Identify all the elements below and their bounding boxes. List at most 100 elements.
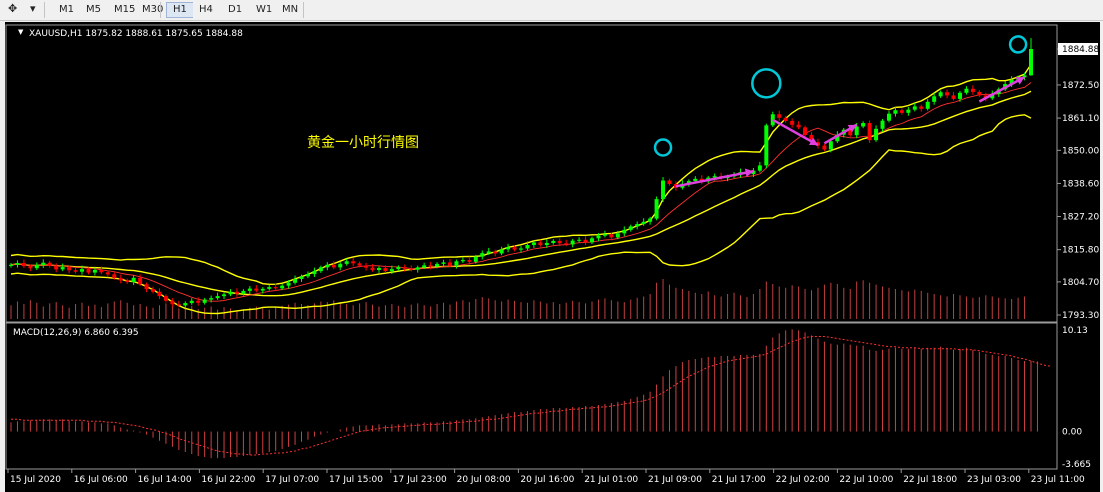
candle-body	[912, 106, 917, 110]
candle-body	[506, 247, 511, 250]
candle-body	[796, 124, 801, 128]
time-axis-label: 20 Jul 08:00	[457, 475, 511, 485]
chevron-down-icon[interactable]: ▾	[30, 2, 36, 18]
price-axis-label: 1804.70	[1062, 278, 1099, 288]
macd-header: MACD(12,26,9) 6.860 6.395	[13, 328, 139, 338]
candle-body	[402, 267, 407, 269]
candle-body	[73, 270, 78, 272]
candle-body	[163, 296, 168, 301]
candle-body	[260, 288, 265, 291]
candle-body	[234, 291, 239, 294]
candle-body	[118, 278, 123, 281]
candle-body	[473, 256, 478, 262]
price-axis-label: 1815.80	[1062, 246, 1099, 256]
chart-window[interactable]: 1884.88 1872.50 1861.10 1850.00 1838.60 1827.…	[5, 22, 1100, 492]
candle-body	[441, 262, 446, 264]
candle-body	[570, 240, 575, 245]
candle-body	[583, 239, 588, 243]
macd-axis-label: 10.13	[1062, 326, 1088, 336]
time-axis-label: 21 Jul 09:00	[648, 475, 702, 485]
candle-body	[499, 249, 504, 254]
candle-body	[899, 110, 904, 113]
candle-body	[493, 251, 498, 254]
timeframe-button-m5[interactable]: M5	[80, 2, 107, 18]
candle-body	[254, 288, 259, 291]
candle-body	[957, 92, 962, 99]
candle-body	[54, 265, 59, 270]
candle-body	[370, 267, 375, 270]
candle-body	[80, 269, 85, 272]
chart-collapse-icon[interactable]: ▼	[18, 28, 24, 36]
candle-body	[293, 278, 298, 283]
candle-body	[854, 126, 859, 136]
macd-panel-frame	[5, 322, 1058, 470]
candle-body	[544, 242, 549, 245]
candle-body	[331, 264, 336, 268]
crosshair-tool-icon[interactable]: ✥	[8, 2, 17, 18]
timeframe-button-d1[interactable]: D1	[222, 2, 249, 18]
macd-axis-label: -3.665	[1062, 460, 1091, 470]
candle-body	[945, 92, 950, 96]
candle-body	[919, 106, 924, 109]
candle-body	[144, 284, 149, 290]
chart-canvas[interactable]: 1884.88 1872.50 1861.10 1850.00 1838.60 1827.…	[5, 22, 1100, 492]
candle-body	[318, 267, 323, 272]
candle-body	[389, 269, 394, 272]
time-axis-label: 21 Jul 01:00	[584, 475, 638, 485]
time-axis-label: 17 Jul 23:00	[393, 475, 447, 485]
timeframe-button-h1[interactable]: H1	[166, 2, 194, 18]
candle-body	[861, 123, 866, 127]
candle-body	[874, 128, 879, 141]
candle-body	[60, 267, 65, 270]
candle-body	[693, 178, 698, 182]
candle-body	[222, 294, 227, 297]
bollinger-middle-line	[10, 90, 1032, 297]
candle-body	[622, 229, 627, 234]
candle-body	[273, 287, 278, 289]
candle-body	[325, 264, 330, 268]
candle-body	[596, 235, 601, 239]
candle-body	[467, 260, 472, 262]
trend-arrow	[675, 169, 754, 188]
price-axis-label: 1872.50	[1062, 81, 1099, 91]
candlesticks	[9, 38, 1033, 309]
timeframe-button-h4[interactable]: H4	[193, 2, 219, 18]
bollinger-bands	[10, 64, 1032, 315]
timeframe-button-m1[interactable]: M1	[53, 2, 80, 18]
candle-body	[131, 277, 136, 283]
candle-body	[125, 280, 130, 283]
candle-body	[531, 242, 536, 245]
candle-body	[338, 263, 343, 268]
candle-body	[447, 262, 452, 266]
candle-body	[428, 265, 433, 267]
time-axis-label: 16 Jul 22:00	[201, 475, 255, 485]
timeframe-button-w1[interactable]: W1	[250, 2, 279, 18]
candle-body	[228, 291, 233, 295]
timeframe-button-mn[interactable]: MN	[276, 2, 305, 18]
candle-body	[415, 267, 420, 270]
candle-body	[305, 274, 310, 277]
candle-body	[247, 288, 252, 291]
candle-body	[951, 95, 956, 99]
candle-body	[454, 261, 459, 266]
bollinger-lower-line	[10, 114, 1032, 315]
timeframe-button-m30[interactable]: M30	[136, 2, 170, 18]
candle-body	[92, 269, 97, 273]
price-axis-label: 1827.20	[1062, 213, 1099, 223]
candle-body	[880, 120, 885, 129]
time-axis-label: 23 Jul 11:00	[1031, 475, 1085, 485]
candle-body	[105, 272, 110, 275]
candle-body	[396, 267, 401, 270]
candle-body	[99, 269, 104, 273]
candle-body	[196, 300, 201, 303]
annotation-markers	[653, 35, 1028, 188]
candle-body	[241, 290, 246, 294]
candle-body	[344, 261, 349, 264]
candle-body	[828, 141, 833, 150]
candle-body	[641, 221, 646, 225]
candle-body	[286, 282, 291, 286]
highlight-circle	[751, 68, 782, 99]
candle-body	[267, 287, 272, 289]
time-axis-label: 20 Jul 16:00	[520, 475, 574, 485]
moving-average-line	[10, 82, 1032, 302]
